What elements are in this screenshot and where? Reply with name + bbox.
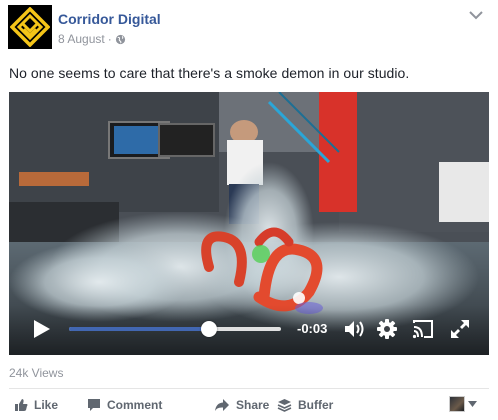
video-controls: -0:03 (9, 305, 489, 355)
share-button[interactable]: Share (214, 394, 269, 416)
share-label: Share (236, 398, 270, 412)
like-label: Like (34, 398, 59, 412)
globe-icon (115, 34, 125, 44)
time-remaining: -0:03 (297, 321, 328, 336)
fullscreen-icon[interactable] (449, 318, 471, 340)
corridor-logo-icon (10, 7, 50, 47)
thumbs-up-icon (15, 399, 28, 411)
cast-icon[interactable] (411, 318, 435, 340)
like-button[interactable]: Like (14, 394, 58, 416)
post-header: Corridor Digital 8 August · (8, 5, 490, 53)
author-name-link[interactable]: Corridor Digital (58, 11, 161, 27)
post-text: No one seems to care that there's a smok… (9, 65, 410, 81)
react-as-selector[interactable] (449, 396, 477, 412)
page-avatar[interactable] (8, 5, 52, 49)
comment-button[interactable]: Comment (87, 394, 162, 416)
progress-fill (69, 327, 209, 331)
comment-icon (88, 399, 100, 411)
actions-divider (9, 388, 489, 389)
chevron-down-icon[interactable] (468, 9, 484, 21)
post-actions: Like Comment Share Buffer (9, 394, 489, 416)
progress-scrubber-handle[interactable] (200, 321, 217, 337)
buffer-label: Buffer (298, 398, 334, 412)
video-progress-bar[interactable] (69, 321, 281, 337)
video-player[interactable]: -0:03 (9, 92, 489, 355)
meta-separator: · (107, 32, 112, 46)
play-icon[interactable] (33, 319, 51, 339)
comment-label: Comment (107, 398, 163, 412)
buffer-button[interactable]: Buffer (277, 394, 333, 416)
share-arrow-icon (215, 399, 229, 411)
view-count: 24k Views (9, 366, 64, 380)
post-meta: 8 August · (58, 32, 126, 46)
buffer-stack-icon (277, 399, 292, 412)
post-date[interactable]: 8 August (58, 32, 105, 46)
caret-down-icon (468, 401, 477, 407)
settings-gear-icon[interactable] (376, 318, 398, 340)
volume-icon[interactable] (343, 318, 367, 340)
user-avatar (449, 396, 465, 412)
